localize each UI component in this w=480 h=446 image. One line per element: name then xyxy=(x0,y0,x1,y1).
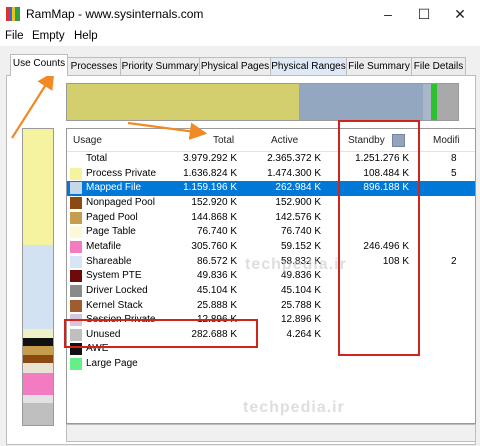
rammap-window: RamMap - www.sysinternals.com – ☐ ✕ File… xyxy=(0,0,480,446)
arrow-to-total-column xyxy=(127,121,208,140)
arrow-to-use-counts-tab xyxy=(11,71,55,139)
annotation-arrows xyxy=(11,71,208,140)
tab-use-counts[interactable]: Use Counts xyxy=(10,54,68,76)
